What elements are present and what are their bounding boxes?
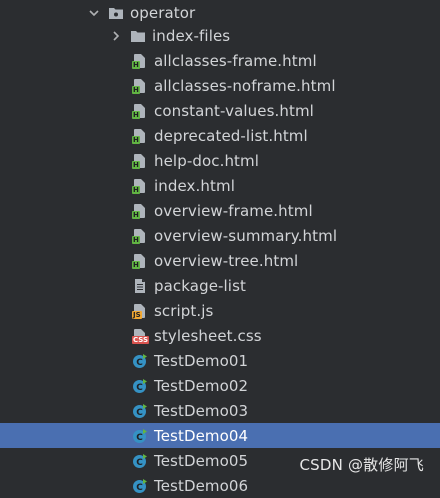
project-file-tree: operator index-files H allclasses-frame.… bbox=[0, 0, 440, 495]
svg-text:C: C bbox=[136, 358, 143, 368]
svg-text:C: C bbox=[136, 408, 143, 418]
tree-item-label: TestDemo05 bbox=[154, 451, 249, 470]
tree-item-label: overview-tree.html bbox=[154, 251, 299, 270]
css-file-icon: CSS bbox=[132, 328, 150, 344]
tree-item-package-list[interactable]: package-list bbox=[0, 273, 440, 298]
tree-item-label: TestDemo03 bbox=[154, 401, 249, 420]
js-file-icon: JS bbox=[132, 303, 148, 319]
tree-item-label: script.js bbox=[154, 301, 214, 320]
tree-item-label: TestDemo01 bbox=[154, 351, 249, 370]
tree-item-help-doc[interactable]: H help-doc.html bbox=[0, 148, 440, 173]
tree-item-label: TestDemo04 bbox=[154, 426, 249, 445]
tree-item-label: deprecated-list.html bbox=[154, 126, 308, 145]
csdn-watermark: CSDN @散修阿飞 bbox=[299, 456, 424, 474]
java-class-icon: C bbox=[132, 478, 148, 494]
tree-item-label: TestDemo06 bbox=[154, 476, 249, 495]
chevron-down-icon[interactable] bbox=[88, 7, 100, 19]
package-folder-icon bbox=[108, 5, 124, 21]
tree-item-constant-values[interactable]: H constant-values.html bbox=[0, 98, 440, 123]
tree-item-testdemo02[interactable]: C TestDemo02 bbox=[0, 373, 440, 398]
tree-item-operator[interactable]: operator bbox=[0, 0, 440, 25]
tree-item-index-files[interactable]: index-files bbox=[0, 23, 440, 48]
folder-icon bbox=[130, 28, 146, 44]
html-file-icon: H bbox=[132, 203, 148, 219]
java-class-icon: C bbox=[132, 428, 148, 444]
tree-item-label: index-files bbox=[152, 26, 231, 45]
html-file-icon: H bbox=[132, 128, 148, 144]
tree-item-label: package-list bbox=[154, 276, 246, 295]
html-file-icon: H bbox=[132, 178, 148, 194]
tree-item-label: help-doc.html bbox=[154, 151, 260, 170]
tree-item-label: allclasses-frame.html bbox=[154, 51, 317, 70]
tree-item-deprecated-list[interactable]: H deprecated-list.html bbox=[0, 123, 440, 148]
html-file-icon: H bbox=[132, 228, 148, 244]
chevron-right-icon[interactable] bbox=[110, 30, 122, 42]
tree-item-label: stylesheet.css bbox=[154, 326, 262, 345]
tree-item-allclasses-noframe[interactable]: H allclasses-noframe.html bbox=[0, 73, 440, 98]
tree-item-script-js[interactable]: JS script.js bbox=[0, 298, 440, 323]
tree-item-testdemo01[interactable]: C TestDemo01 bbox=[0, 348, 440, 373]
java-class-icon: C bbox=[132, 353, 148, 369]
tree-item-label: allclasses-noframe.html bbox=[154, 76, 336, 95]
tree-item-stylesheet-css[interactable]: CSS stylesheet.css bbox=[0, 323, 440, 348]
tree-item-overview-summary[interactable]: H overview-summary.html bbox=[0, 223, 440, 248]
svg-text:C: C bbox=[136, 433, 143, 443]
tree-item-testdemo04[interactable]: C TestDemo04 bbox=[0, 423, 440, 448]
tree-item-testdemo03[interactable]: C TestDemo03 bbox=[0, 398, 440, 423]
html-file-icon: H bbox=[132, 253, 148, 269]
html-file-icon: H bbox=[132, 78, 148, 94]
tree-item-label: constant-values.html bbox=[154, 101, 314, 120]
text-file-icon bbox=[132, 278, 148, 294]
tree-item-label: overview-frame.html bbox=[154, 201, 313, 220]
tree-item-label: TestDemo02 bbox=[154, 376, 249, 395]
tree-item-testdemo06[interactable]: C TestDemo06 bbox=[0, 473, 440, 498]
html-file-icon: H bbox=[132, 103, 148, 119]
svg-text:C: C bbox=[136, 383, 143, 393]
java-class-icon: C bbox=[132, 453, 148, 469]
html-file-icon: H bbox=[132, 53, 148, 69]
svg-text:C: C bbox=[136, 458, 143, 468]
java-class-icon: C bbox=[132, 403, 148, 419]
html-file-icon: H bbox=[132, 153, 148, 169]
tree-item-index-html[interactable]: H index.html bbox=[0, 173, 440, 198]
tree-item-label: index.html bbox=[154, 176, 235, 195]
tree-item-label: overview-summary.html bbox=[154, 226, 338, 245]
tree-item-overview-frame[interactable]: H overview-frame.html bbox=[0, 198, 440, 223]
tree-item-label: operator bbox=[130, 3, 196, 22]
java-class-icon: C bbox=[132, 378, 148, 394]
svg-text:C: C bbox=[136, 483, 143, 493]
tree-item-overview-tree[interactable]: H overview-tree.html bbox=[0, 248, 440, 273]
tree-item-allclasses-frame[interactable]: H allclasses-frame.html bbox=[0, 48, 440, 73]
